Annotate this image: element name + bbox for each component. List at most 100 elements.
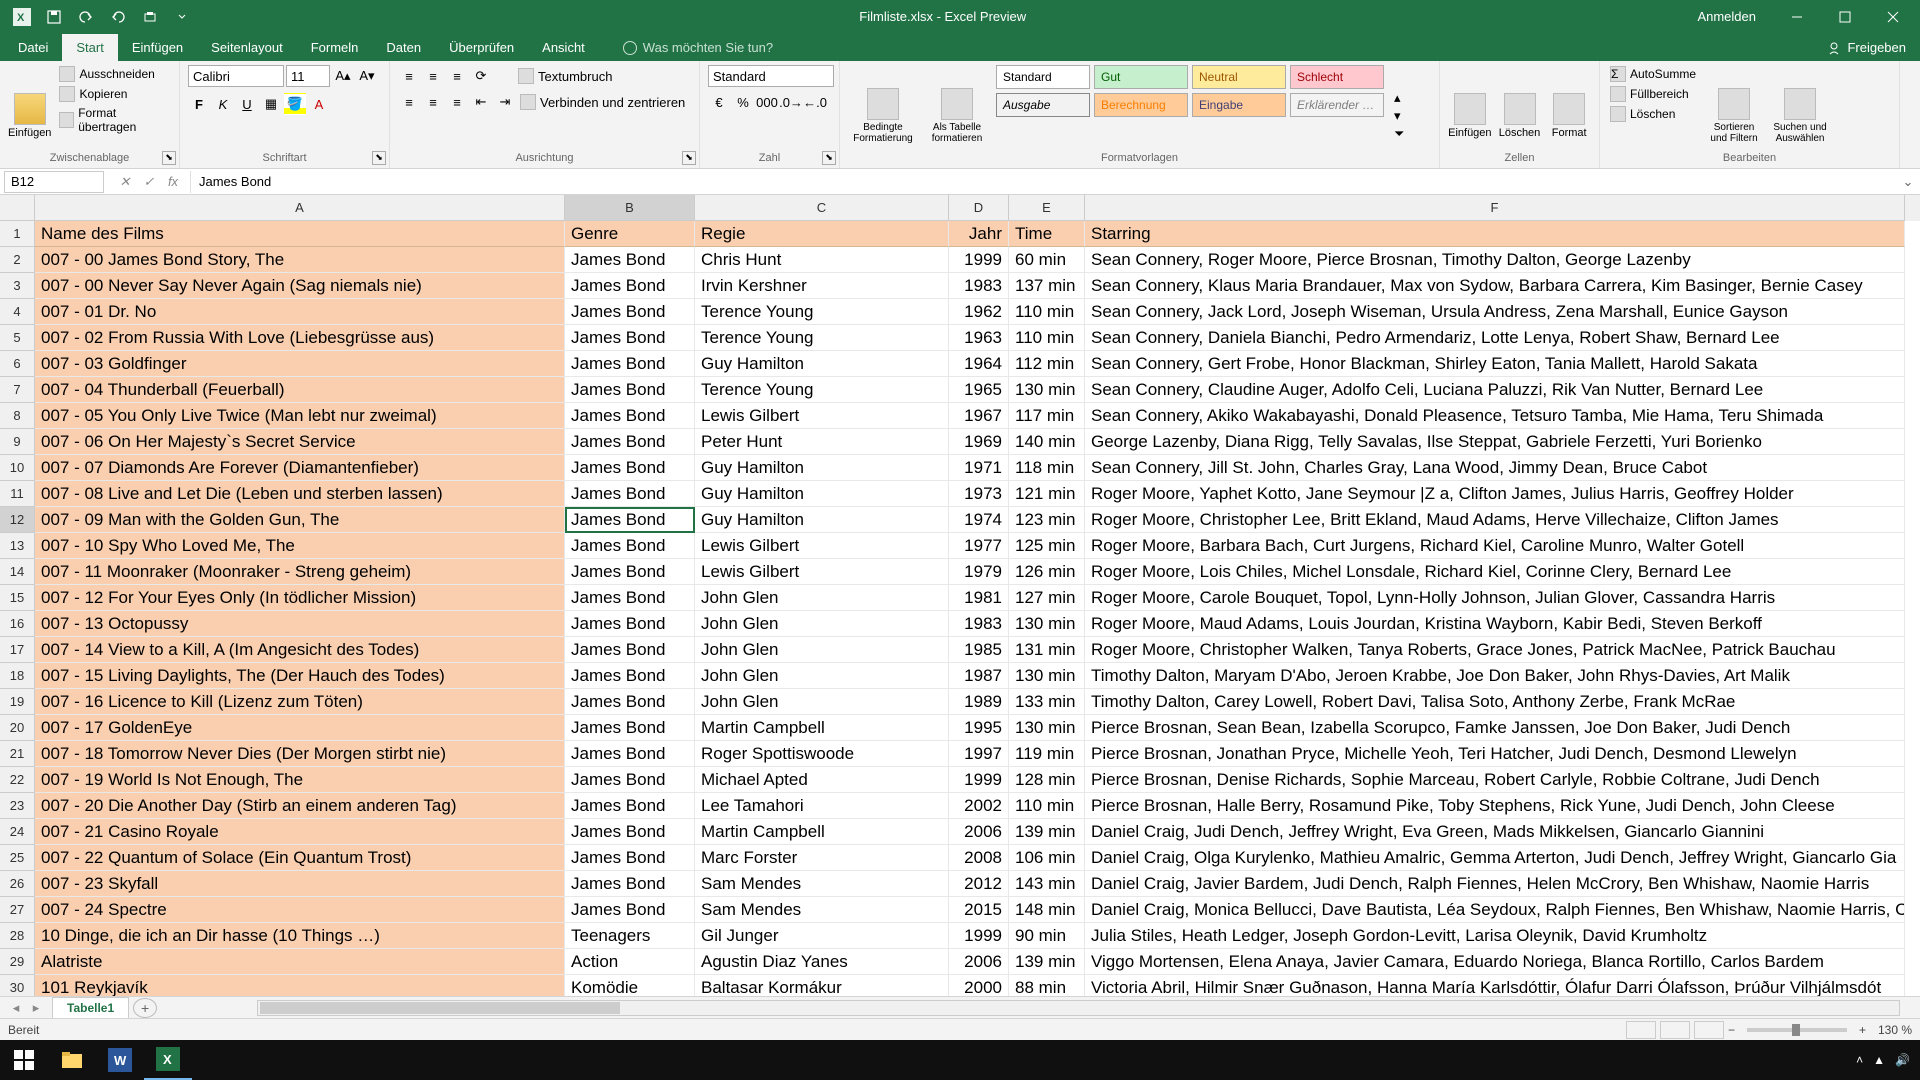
cell[interactable]: James Bond [565,299,695,325]
align-left-button[interactable]: ≡ [398,91,420,113]
zoom-level[interactable]: 130 % [1878,1023,1912,1037]
row-header[interactable]: 5 [0,325,35,351]
column-header-a[interactable]: A [35,195,565,221]
tab-start[interactable]: Start [62,34,117,61]
cell[interactable]: 121 min [1009,481,1085,507]
copy-button[interactable]: Kopieren [57,85,171,103]
tab-seitenlayout[interactable]: Seitenlayout [197,34,297,61]
cell[interactable]: 123 min [1009,507,1085,533]
cell[interactable]: 007 - 08 Live and Let Die (Leben und ste… [35,481,565,507]
row-header[interactable]: 11 [0,481,35,507]
decrease-font-button[interactable]: A▾ [356,65,378,87]
cell[interactable]: James Bond [565,507,695,533]
cell[interactable]: Martin Campbell [695,715,949,741]
cell[interactable]: Roger Moore, Carole Bouquet, Topol, Lynn… [1085,585,1905,611]
normal-view-button[interactable] [1626,1021,1656,1039]
cell[interactable]: Sean Connery, Daniela Bianchi, Pedro Arm… [1085,325,1905,351]
cell[interactable]: Terence Young [695,377,949,403]
cell[interactable]: 1995 [949,715,1009,741]
cell[interactable]: Pierce Brosnan, Jonathan Pryce, Michelle… [1085,741,1905,767]
cell[interactable]: 1977 [949,533,1009,559]
row-header[interactable]: 8 [0,403,35,429]
row-header[interactable]: 22 [0,767,35,793]
enter-formula-icon[interactable]: ✓ [138,171,160,193]
cell[interactable]: 130 min [1009,663,1085,689]
qat-dropdown-icon[interactable] [168,3,196,31]
cell[interactable]: Terence Young [695,299,949,325]
cell[interactable]: 007 - 20 Die Another Day (Stirb an einem… [35,793,565,819]
cell[interactable]: Julia Stiles, Heath Ledger, Joseph Gordo… [1085,923,1905,949]
cell[interactable]: Sean Connery, Klaus Maria Brandauer, Max… [1085,273,1905,299]
cell[interactable]: James Bond [565,273,695,299]
cell[interactable]: Lee Tamahori [695,793,949,819]
increase-indent-button[interactable]: ⇥ [494,91,516,113]
cell[interactable]: Teenagers [565,923,695,949]
cell[interactable]: 2008 [949,845,1009,871]
cell[interactable]: 148 min [1009,897,1085,923]
cell[interactable]: Martin Campbell [695,819,949,845]
row-header[interactable]: 27 [0,897,35,923]
tab-formeln[interactable]: Formeln [297,34,373,61]
cell[interactable]: 007 - 18 Tomorrow Never Dies (Der Morgen… [35,741,565,767]
cell[interactable]: 10 Dinge, die ich an Dir hasse (10 Thing… [35,923,565,949]
cell[interactable]: Action [565,949,695,975]
minimize-button[interactable] [1774,1,1820,33]
row-header[interactable]: 14 [0,559,35,585]
add-sheet-button[interactable]: + [133,998,157,1018]
cell[interactable]: 007 - 12 For Your Eyes Only (In tödliche… [35,585,565,611]
cell[interactable]: 118 min [1009,455,1085,481]
clipboard-dialog-launcher[interactable]: ⬊ [162,151,176,165]
row-header[interactable]: 6 [0,351,35,377]
scrollbar-thumb[interactable] [260,1002,620,1014]
cell[interactable]: 007 - 04 Thunderball (Feuerball) [35,377,565,403]
cell[interactable]: Sam Mendes [695,871,949,897]
autosum-button[interactable]: ΣAutoSumme [1608,65,1698,83]
cell[interactable]: Sean Connery, Akiko Wakabayashi, Donald … [1085,403,1905,429]
row-header[interactable]: 1 [0,221,35,247]
cell[interactable]: Michael Apted [695,767,949,793]
system-tray[interactable]: ˄ ▲ 🔊 [1856,1053,1920,1067]
row-header[interactable]: 10 [0,455,35,481]
row-header[interactable]: 26 [0,871,35,897]
cell[interactable]: James Bond [565,741,695,767]
thousands-button[interactable]: 000 [756,91,778,113]
style-berechnung[interactable]: Berechnung [1094,93,1188,117]
cell[interactable]: Time [1009,221,1085,247]
sheet-tab-tabelle1[interactable]: Tabelle1 [52,997,129,1018]
name-box[interactable]: B12 [4,171,104,193]
wrap-text-button[interactable]: Textumbruch [516,65,614,87]
cell[interactable]: 007 - 17 GoldenEye [35,715,565,741]
cell[interactable]: 007 - 15 Living Daylights, The (Der Hauc… [35,663,565,689]
cell[interactable]: Roger Moore, Lois Chiles, Michel Lonsdal… [1085,559,1905,585]
cell[interactable]: 1964 [949,351,1009,377]
cell[interactable]: Terence Young [695,325,949,351]
cell[interactable]: Sean Connery, Claudine Auger, Adolfo Cel… [1085,377,1905,403]
zoom-slider[interactable] [1747,1028,1847,1032]
cell[interactable]: James Bond [565,897,695,923]
cell[interactable]: 007 - 05 You Only Live Twice (Man lebt n… [35,403,565,429]
cell[interactable]: 1999 [949,247,1009,273]
cell[interactable]: 007 - 16 Licence to Kill (Lizenz zum Töt… [35,689,565,715]
cell[interactable]: James Bond [565,247,695,273]
cell[interactable]: Guy Hamilton [695,481,949,507]
tab-datei[interactable]: Datei [4,34,62,61]
cell[interactable]: 007 - 06 On Her Majesty`s Secret Service [35,429,565,455]
cell[interactable]: 1985 [949,637,1009,663]
cell[interactable]: 007 - 01 Dr. No [35,299,565,325]
cell[interactable]: 1973 [949,481,1009,507]
cell[interactable]: 1963 [949,325,1009,351]
cell[interactable]: 119 min [1009,741,1085,767]
excel-taskbar-button[interactable]: X [144,1040,192,1080]
currency-button[interactable]: € [708,91,730,113]
cell[interactable]: Genre [565,221,695,247]
cell[interactable]: Marc Forster [695,845,949,871]
cell[interactable]: Sean Connery, Jill St. John, Charles Gra… [1085,455,1905,481]
tell-me-search[interactable]: Was möchten Sie tun? [609,34,787,61]
cell[interactable]: James Bond [565,481,695,507]
tab-ueberpruefen[interactable]: Überprüfen [435,34,528,61]
cell[interactable]: James Bond [565,845,695,871]
start-button[interactable] [0,1040,48,1080]
column-header-f[interactable]: F [1085,195,1905,221]
cell[interactable]: 140 min [1009,429,1085,455]
cell[interactable]: Chris Hunt [695,247,949,273]
